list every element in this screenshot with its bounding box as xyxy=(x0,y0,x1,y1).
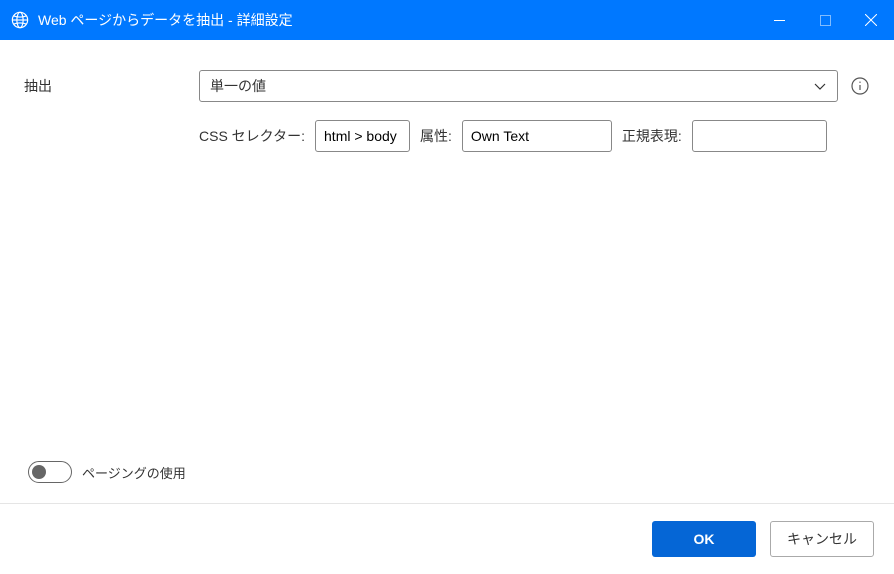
titlebar: Web ページからデータを抽出 - 詳細設定 xyxy=(0,0,894,40)
extract-row: 抽出 単一の値 xyxy=(24,70,870,102)
info-icon[interactable] xyxy=(850,76,870,96)
extract-select[interactable]: 単一の値 xyxy=(199,70,838,102)
chevron-down-icon xyxy=(813,79,827,93)
extract-label: 抽出 xyxy=(24,76,199,96)
paging-label: ページングの使用 xyxy=(82,463,186,482)
ok-button[interactable]: OK xyxy=(652,521,756,557)
selector-row: CSS セレクター: 属性: 正規表現: xyxy=(24,120,870,152)
css-selector-label: CSS セレクター: xyxy=(199,126,305,146)
minimize-button[interactable] xyxy=(756,0,802,40)
attribute-input[interactable] xyxy=(462,120,612,152)
window-controls xyxy=(756,0,894,40)
attribute-label: 属性: xyxy=(420,126,452,146)
extract-select-value: 単一の値 xyxy=(210,76,266,96)
content-area: 抽出 単一の値 CSS セレクター: 属性: 正規表現: ページングの使用 xyxy=(0,40,894,503)
window-title: Web ページからデータを抽出 - 詳細設定 xyxy=(38,10,756,30)
cancel-button[interactable]: キャンセル xyxy=(770,521,874,557)
regex-label: 正規表現: xyxy=(622,126,682,146)
css-selector-input[interactable] xyxy=(315,120,410,152)
regex-input[interactable] xyxy=(692,120,827,152)
close-button[interactable] xyxy=(848,0,894,40)
footer-buttons: OK キャンセル xyxy=(0,504,894,574)
toggle-knob xyxy=(32,465,46,479)
globe-icon xyxy=(10,10,30,30)
maximize-button xyxy=(802,0,848,40)
paging-row: ページングの使用 xyxy=(24,461,870,503)
paging-toggle[interactable] xyxy=(28,461,72,483)
